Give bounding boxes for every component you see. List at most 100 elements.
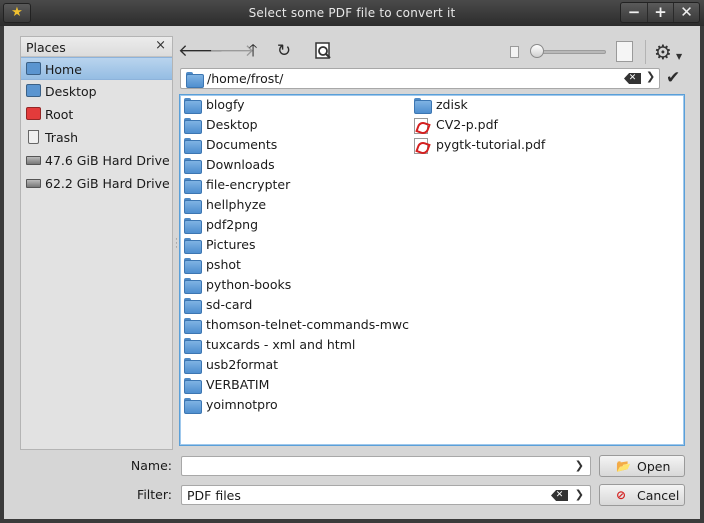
- file-name: pygtk-tutorial.pdf: [436, 137, 546, 152]
- refresh-button[interactable]: ↻: [271, 39, 297, 63]
- path-input[interactable]: /home/frost/ ✕ ❯: [180, 68, 660, 89]
- place-label: Desktop: [45, 84, 97, 99]
- file-name: blogfy: [206, 97, 245, 112]
- folder-icon: [184, 358, 202, 374]
- folder-icon: [184, 298, 202, 314]
- file-name: pdf2png: [206, 217, 259, 232]
- place-label: 62.2 GiB Hard Drive: [45, 176, 170, 191]
- file-name: file-encrypter: [206, 177, 291, 192]
- dialog-body: Places × Home Desktop Root Trash 47.6 GiB Ha…: [4, 26, 700, 519]
- path-value: /home/frost/: [207, 71, 284, 86]
- filter-value: PDF files: [187, 488, 241, 503]
- place-item[interactable]: Home: [21, 57, 172, 80]
- places-header: Places ×: [21, 37, 172, 57]
- file-name: yoimnotpro: [206, 397, 278, 412]
- preview-icon: [315, 42, 331, 59]
- file-name: zdisk: [436, 97, 468, 112]
- file-name: sd-card: [206, 297, 253, 312]
- up-button[interactable]: 🡑: [240, 39, 266, 63]
- filter-select[interactable]: PDF files ✕ ❯: [181, 485, 591, 505]
- folder-icon: [184, 278, 202, 294]
- file-name: pshot: [206, 257, 241, 272]
- folder-icon: [184, 158, 202, 174]
- pane-resize-handle[interactable]: · · ·: [175, 236, 178, 253]
- file-name: VERBATIM: [206, 377, 270, 392]
- file-name: thomson-telnet-commands-mwc: [206, 317, 410, 332]
- gear-icon[interactable]: ⚙: [654, 40, 672, 64]
- folder-icon: [184, 238, 202, 254]
- place-label: 47.6 GiB Hard Drive: [45, 153, 170, 168]
- file-name: Pictures: [206, 237, 256, 252]
- open-folder-icon: 📂: [616, 459, 631, 473]
- window-titlebar[interactable]: ★ Select some PDF file to convert it − +…: [0, 0, 704, 26]
- folder-icon: [184, 318, 202, 334]
- file-list[interactable]: blogfy Desktop Documents Downloads file-encr…: [179, 94, 685, 446]
- back-button[interactable]: 🡐: [178, 39, 224, 63]
- places-list: Home Desktop Root Trash 47.6 GiB Hard Drive 6…: [21, 57, 172, 195]
- checkmark-icon: ✔: [666, 68, 681, 88]
- name-label: Name:: [130, 458, 172, 473]
- folder-icon: [184, 258, 202, 274]
- places-title: Places: [26, 40, 66, 55]
- file-name: usb2format: [206, 357, 279, 372]
- place-label: Trash: [45, 130, 79, 145]
- zoom-slider[interactable]: [540, 50, 606, 54]
- minimize-button[interactable]: −: [621, 3, 647, 22]
- file-name: python-books: [206, 277, 292, 292]
- open-button-label: Open: [637, 459, 671, 474]
- window-title: Select some PDF file to convert it: [248, 6, 456, 20]
- folder-icon: [184, 178, 202, 194]
- folder-icon: [184, 338, 202, 354]
- folder-icon: [26, 84, 41, 97]
- place-label: Home: [45, 62, 82, 77]
- clear-path-icon[interactable]: ✕: [624, 73, 641, 84]
- open-button[interactable]: 📂 Open: [599, 455, 685, 477]
- place-item[interactable]: 62.2 GiB Hard Drive: [21, 172, 172, 195]
- cancel-button[interactable]: ⊘ Cancel: [599, 484, 685, 506]
- folder-icon: [184, 118, 202, 134]
- home-folder-icon: [26, 62, 41, 75]
- preview-button[interactable]: [310, 39, 336, 63]
- place-item[interactable]: Desktop: [21, 80, 172, 103]
- folder-icon: [184, 138, 202, 154]
- file-name: hellphyze: [206, 197, 267, 212]
- small-page-icon: [510, 46, 519, 58]
- hard-drive-icon: [26, 156, 41, 165]
- name-field[interactable]: ❯: [181, 456, 591, 476]
- chevron-down-icon[interactable]: ❯: [646, 70, 655, 83]
- maximize-button[interactable]: +: [647, 3, 673, 22]
- place-item[interactable]: Root: [21, 103, 172, 126]
- forward-button[interactable]: 🡒: [209, 39, 255, 63]
- refresh-icon: ↻: [276, 41, 292, 61]
- close-icon[interactable]: ×: [155, 38, 166, 53]
- close-button[interactable]: ✕: [673, 3, 699, 22]
- place-item[interactable]: Trash: [21, 126, 172, 149]
- pdf-file-icon: [414, 138, 428, 154]
- folder-icon: [184, 378, 202, 394]
- large-page-icon: [616, 41, 633, 62]
- file-name: Desktop: [206, 117, 258, 132]
- pdf-file-icon: [414, 118, 428, 134]
- confirm-path-button[interactable]: ✔: [666, 68, 680, 88]
- chevron-down-icon[interactable]: ▼: [676, 52, 682, 61]
- chevron-down-icon[interactable]: ❯: [575, 459, 584, 472]
- trash-icon: [28, 130, 39, 144]
- folder-icon: [186, 72, 204, 88]
- arrow-up-icon: 🡑: [248, 41, 258, 61]
- file-name: Downloads: [206, 157, 275, 172]
- folder-icon: [414, 98, 432, 114]
- places-sidebar: Places × Home Desktop Root Trash 47.6 GiB Ha…: [20, 36, 173, 450]
- chevron-down-icon[interactable]: ❯: [575, 488, 584, 501]
- file-name: tuxcards - xml and html: [206, 337, 356, 352]
- cancel-icon: ⊘: [616, 488, 627, 502]
- place-item[interactable]: 47.6 GiB Hard Drive: [21, 149, 172, 172]
- hard-drive-icon: [26, 179, 41, 188]
- clear-filter-icon[interactable]: ✕: [551, 490, 568, 501]
- folder-icon: [184, 98, 202, 114]
- filter-label: Filter:: [137, 487, 172, 502]
- cancel-button-label: Cancel: [637, 488, 680, 503]
- folder-icon: [184, 218, 202, 234]
- folder-icon: [26, 107, 41, 120]
- zoom-slider-handle[interactable]: [530, 44, 544, 58]
- place-label: Root: [45, 107, 74, 122]
